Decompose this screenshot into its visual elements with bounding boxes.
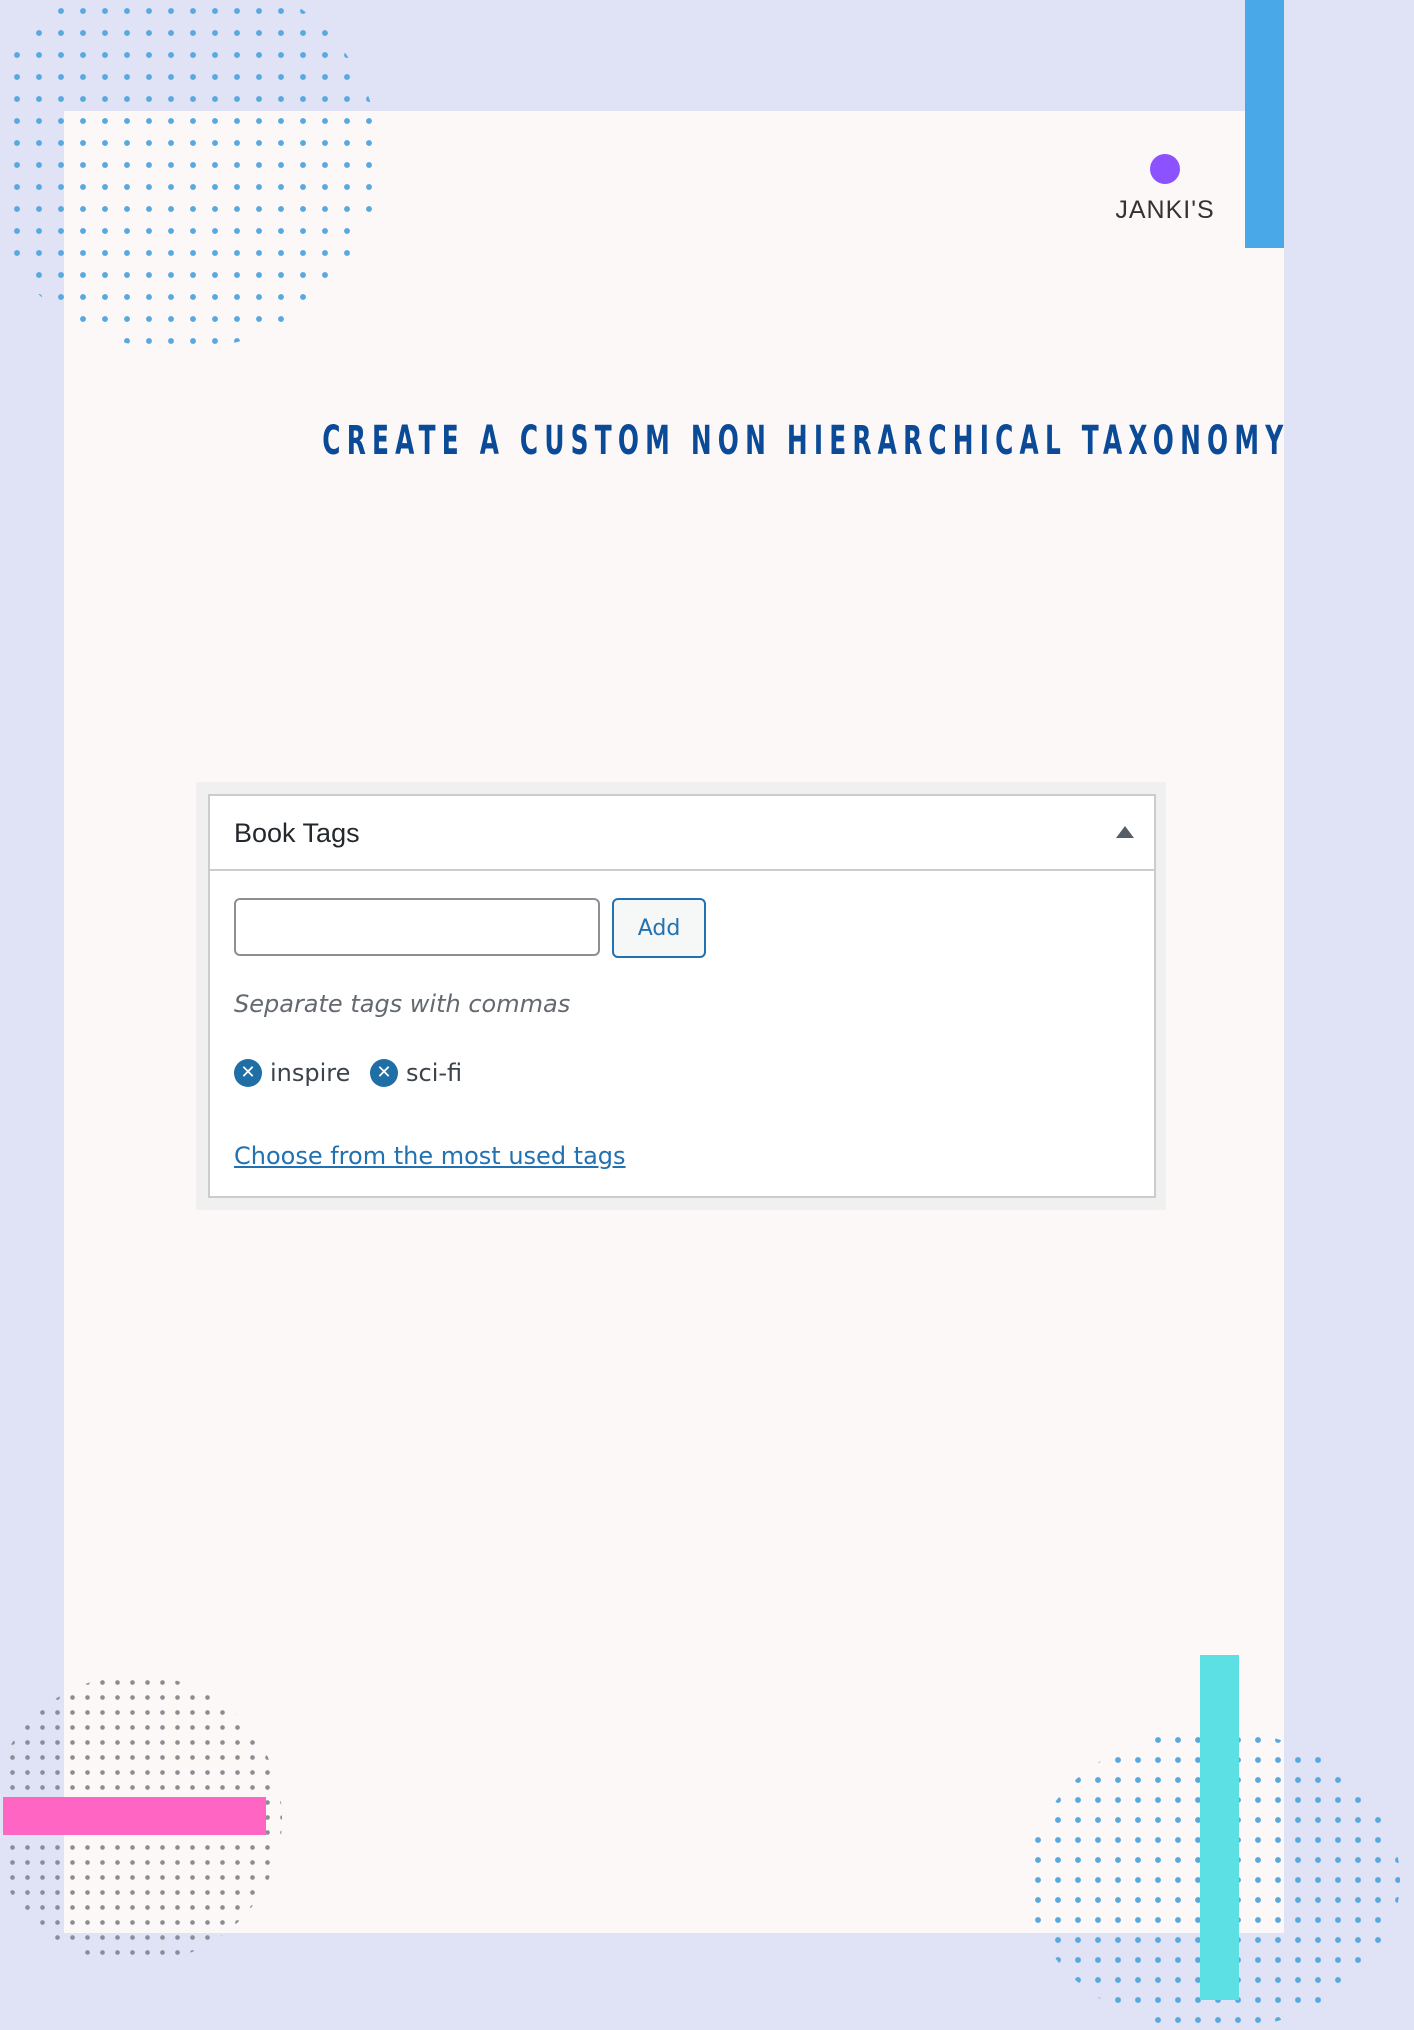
page-title: CREATE A CUSTOM NON HIERARCHICAL TAXONOM… <box>322 418 1290 464</box>
add-tag-button[interactable]: Add <box>612 898 706 958</box>
decor-bar-pink <box>3 1797 266 1835</box>
book-tags-metabox: Book Tags Add Separate tags with commas … <box>208 794 1156 1198</box>
brand-name: JANKI'S <box>1115 196 1215 224</box>
decor-bar-blue <box>1245 0 1284 248</box>
remove-tag-icon[interactable]: ✕ <box>234 1059 262 1087</box>
collapse-toggle-icon[interactable] <box>1116 826 1134 838</box>
tag-item-sci-fi: ✕ sci-fi <box>370 1058 462 1088</box>
brand-dot-icon <box>1150 154 1180 184</box>
remove-tag-icon[interactable]: ✕ <box>370 1059 398 1087</box>
tag-hint: Separate tags with commas <box>234 990 571 1018</box>
tag-label: inspire <box>270 1059 351 1087</box>
metabox-title: Book Tags <box>234 818 360 848</box>
metabox-frame: Book Tags Add Separate tags with commas … <box>196 782 1166 1210</box>
dot-pattern-bottom-edge <box>0 1992 320 2000</box>
tag-item-inspire: ✕ inspire <box>234 1058 350 1088</box>
metabox-header[interactable]: Book Tags <box>210 796 1154 871</box>
decor-bar-teal <box>1200 1655 1239 2000</box>
tag-label: sci-fi <box>406 1059 463 1087</box>
new-tag-input[interactable] <box>234 898 600 956</box>
most-used-tags-link[interactable]: Choose from the most used tags <box>234 1142 626 1170</box>
